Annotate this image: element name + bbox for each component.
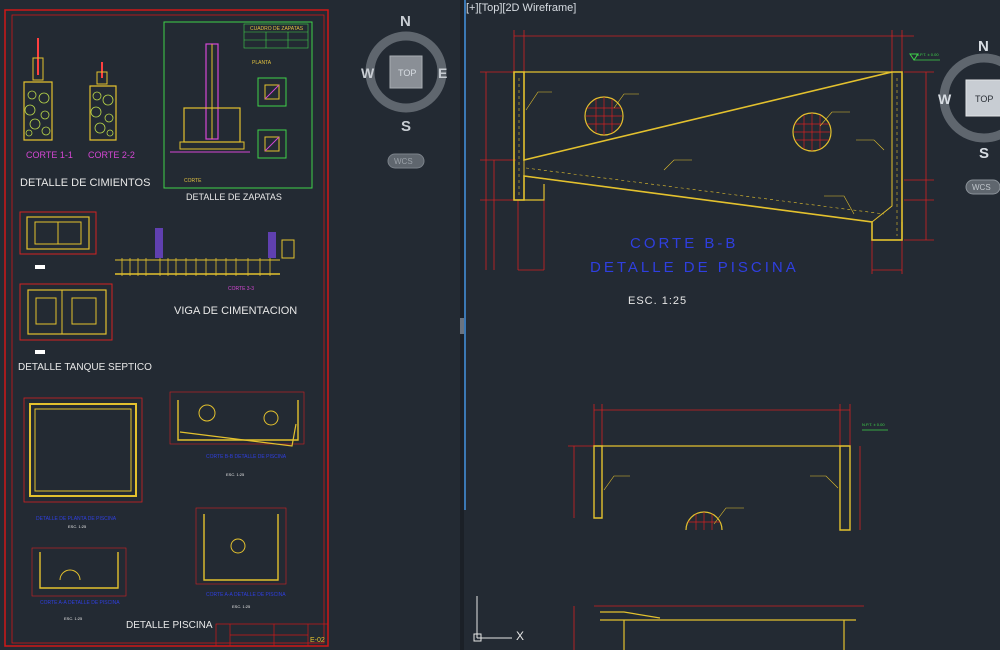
wcs-left-label[interactable]: WCS: [394, 157, 413, 166]
cimientos-group: [23, 38, 117, 141]
bottom-partial-section: [573, 605, 864, 650]
zapatas-plans: [257, 77, 287, 159]
right-dimension: [871, 71, 934, 274]
corte-2-label: CORTE 2-2: [88, 150, 135, 160]
piscina-section-aa-right: [195, 507, 287, 585]
npt-label: N.P.T. ± 0.00: [916, 52, 939, 57]
piscina-plan-label: DETALLE DE PLANTA DE PISCINA: [36, 516, 117, 522]
tanque-title: DETALLE TANQUE SEPTICO: [18, 362, 152, 373]
piscina-section-label: CORTE B-B DETALLE DE PISCINA: [206, 454, 287, 460]
piscina-aa-label: CORTE A-A DETALLE DE PISCINA: [40, 600, 120, 606]
zapatas-title: DETALLE DE ZAPATAS: [186, 192, 282, 202]
viewcube-right-top[interactable]: TOP: [975, 94, 993, 104]
pool-section: [513, 71, 903, 241]
zapatas-frame: [163, 21, 313, 189]
compass-right-s[interactable]: S: [979, 145, 989, 162]
top-dimension: [513, 30, 914, 72]
viga-title: VIGA DE CIMENTACION: [174, 305, 297, 317]
active-viewport-border: [464, 0, 466, 510]
porthole-left: [584, 96, 624, 136]
sheet-inner-border: [11, 14, 325, 644]
ucs-icon: [473, 596, 512, 642]
piscina-plan-esc: ESC. 1:25: [68, 524, 87, 529]
cimientos-title: DETALLE DE CIMIENTOS: [20, 177, 150, 189]
zapatas-planta-label: PLANTA: [252, 60, 272, 66]
compass-left-e[interactable]: E: [438, 65, 447, 81]
piscina-section-small: [169, 391, 305, 447]
wcs-right-label[interactable]: WCS: [972, 183, 991, 192]
viewcube-left-top[interactable]: TOP: [398, 68, 416, 78]
piscina-aa2-esc: ESC. 1:25: [232, 604, 251, 609]
section-title-1: CORTE B-B: [630, 235, 738, 252]
compass-left-n[interactable]: N: [400, 13, 411, 30]
sheet-number: E-02: [310, 637, 325, 644]
right-viewport[interactable]: N.P.T. ± 0.00 CORTE B-B DETALLE DE PISCI…: [464, 0, 1000, 650]
corte-1-label: CORTE 1-1: [26, 150, 73, 160]
lower-section: N.P.T. ± 0.00: [568, 404, 888, 531]
compass-left-s[interactable]: S: [401, 118, 411, 135]
porthole-right: [792, 112, 832, 152]
piscina-title: DETALLE PISCINA: [126, 620, 213, 631]
zapatas-corte-label: CORTE: [184, 178, 202, 184]
section-title-2: DETALLE DE PISCINA: [590, 259, 799, 276]
viga-plan-2: [19, 283, 113, 354]
viga-corte-label: CORTE 3-3: [228, 286, 254, 292]
compass-right-n[interactable]: N: [978, 38, 989, 55]
left-dimension: [480, 71, 545, 271]
viga-elevation: [115, 228, 295, 276]
compass-left-w[interactable]: W: [361, 65, 375, 81]
leaders: [525, 91, 885, 215]
piscina-section-aa-left: [31, 547, 127, 597]
ucs-x-label: X: [516, 629, 524, 643]
piscina-aa2-label: CORTE A-A DETALLE DE PISCINA: [206, 592, 286, 598]
piscina-plan: [23, 397, 143, 503]
zapatas-table-title: CUADRO DE ZAPATAS: [250, 26, 304, 32]
npt-label-lower: N.P.T. ± 0.00: [862, 422, 885, 427]
sheet-border: [4, 9, 329, 647]
section-scale: ESC. 1:25: [628, 295, 687, 307]
viewport-controls-label[interactable]: [+][Top][2D Wireframe]: [466, 2, 576, 14]
left-viewport[interactable]: CORTE 1-1 CORTE 2-2 DETALLE DE CIMIENTOS…: [0, 0, 460, 650]
piscina-section-esc: ESC. 1:25: [226, 472, 245, 477]
piscina-aa-esc: ESC. 1:25: [64, 616, 83, 621]
viga-plan-1: [19, 211, 97, 269]
compass-right-w[interactable]: W: [938, 91, 952, 107]
zapatas-section: [170, 43, 250, 153]
model-canvas[interactable]: N.P.T. ± 0.00 CORTE B-B DETALLE DE PISCI…: [464, 0, 1000, 650]
sheet-canvas[interactable]: CORTE 1-1 CORTE 2-2 DETALLE DE CIMIENTOS…: [0, 0, 460, 650]
